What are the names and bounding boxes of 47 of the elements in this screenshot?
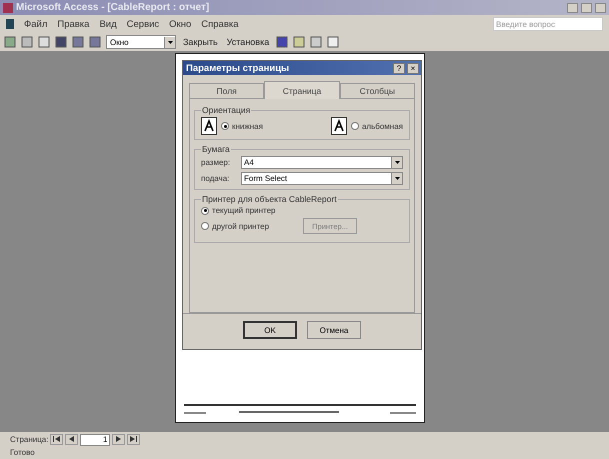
previous-icon: [68, 436, 76, 442]
first-page-icon: [53, 436, 60, 442]
menu-item[interactable]: Справка: [201, 18, 239, 30]
dropdown[interactable]: A4: [241, 156, 403, 169]
field-label: размер:: [201, 158, 232, 167]
group-label: Ориентация: [201, 105, 252, 115]
tab[interactable]: Столбцы: [340, 83, 415, 99]
field-label: подача:: [201, 174, 230, 183]
menu-item[interactable]: Правка: [57, 18, 90, 30]
next-page-button[interactable]: [112, 434, 126, 445]
toolbar-button[interactable]: Закрыть: [181, 37, 220, 47]
radio-option[interactable]: другой принтер: [201, 222, 270, 230]
radio-option[interactable]: текущий принтер: [201, 206, 276, 215]
last-page-button[interactable]: [127, 434, 140, 445]
status-text: Готово: [9, 447, 36, 459]
page-orientation-icon: [201, 117, 217, 135]
dropdown-arrow-icon: [168, 40, 172, 44]
help-button[interactable]: ?: [393, 62, 405, 74]
radio-option[interactable]: книжная: [221, 122, 263, 130]
help-field[interactable]: Введите вопрос: [493, 17, 603, 31]
zoom-combo[interactable]: Окно: [106, 35, 176, 49]
dropdown-arrow-icon: [394, 177, 400, 180]
menu-item[interactable]: Окно: [169, 18, 192, 30]
dropdown[interactable]: Form Select: [241, 172, 403, 185]
first-page-button[interactable]: [50, 434, 64, 445]
close-button[interactable]: ×: [407, 62, 419, 74]
previous-page-button[interactable]: [65, 434, 78, 445]
page-field[interactable]: 1: [80, 434, 110, 446]
menu-item[interactable]: Вид: [99, 18, 117, 30]
page-label: Страница:: [10, 435, 48, 444]
radio-option[interactable]: альбомная: [350, 122, 403, 130]
dialog-button[interactable]: Отмена: [307, 321, 361, 339]
app-icon: [3, 2, 13, 12]
toolbar-button[interactable]: Установка: [224, 37, 272, 47]
dialog-title: Параметры страницы: [186, 62, 290, 74]
menu-item[interactable]: Файл: [24, 18, 48, 30]
group-label: Бумага: [201, 144, 231, 154]
tab[interactable]: Страница: [264, 81, 340, 99]
next-icon: [115, 436, 122, 442]
group-label: Принтер для объекта CableReport: [201, 194, 338, 204]
menu-item[interactable]: Сервис: [126, 18, 160, 30]
dropdown-arrow-icon: [394, 161, 400, 164]
window-title: Microsoft Access - [CableReport : отчет]: [16, 2, 210, 13]
last-page-icon: [130, 436, 138, 442]
page-orientation-icon: [330, 117, 347, 135]
dialog-button[interactable]: OK: [243, 321, 297, 339]
tab[interactable]: Поля: [189, 83, 264, 99]
